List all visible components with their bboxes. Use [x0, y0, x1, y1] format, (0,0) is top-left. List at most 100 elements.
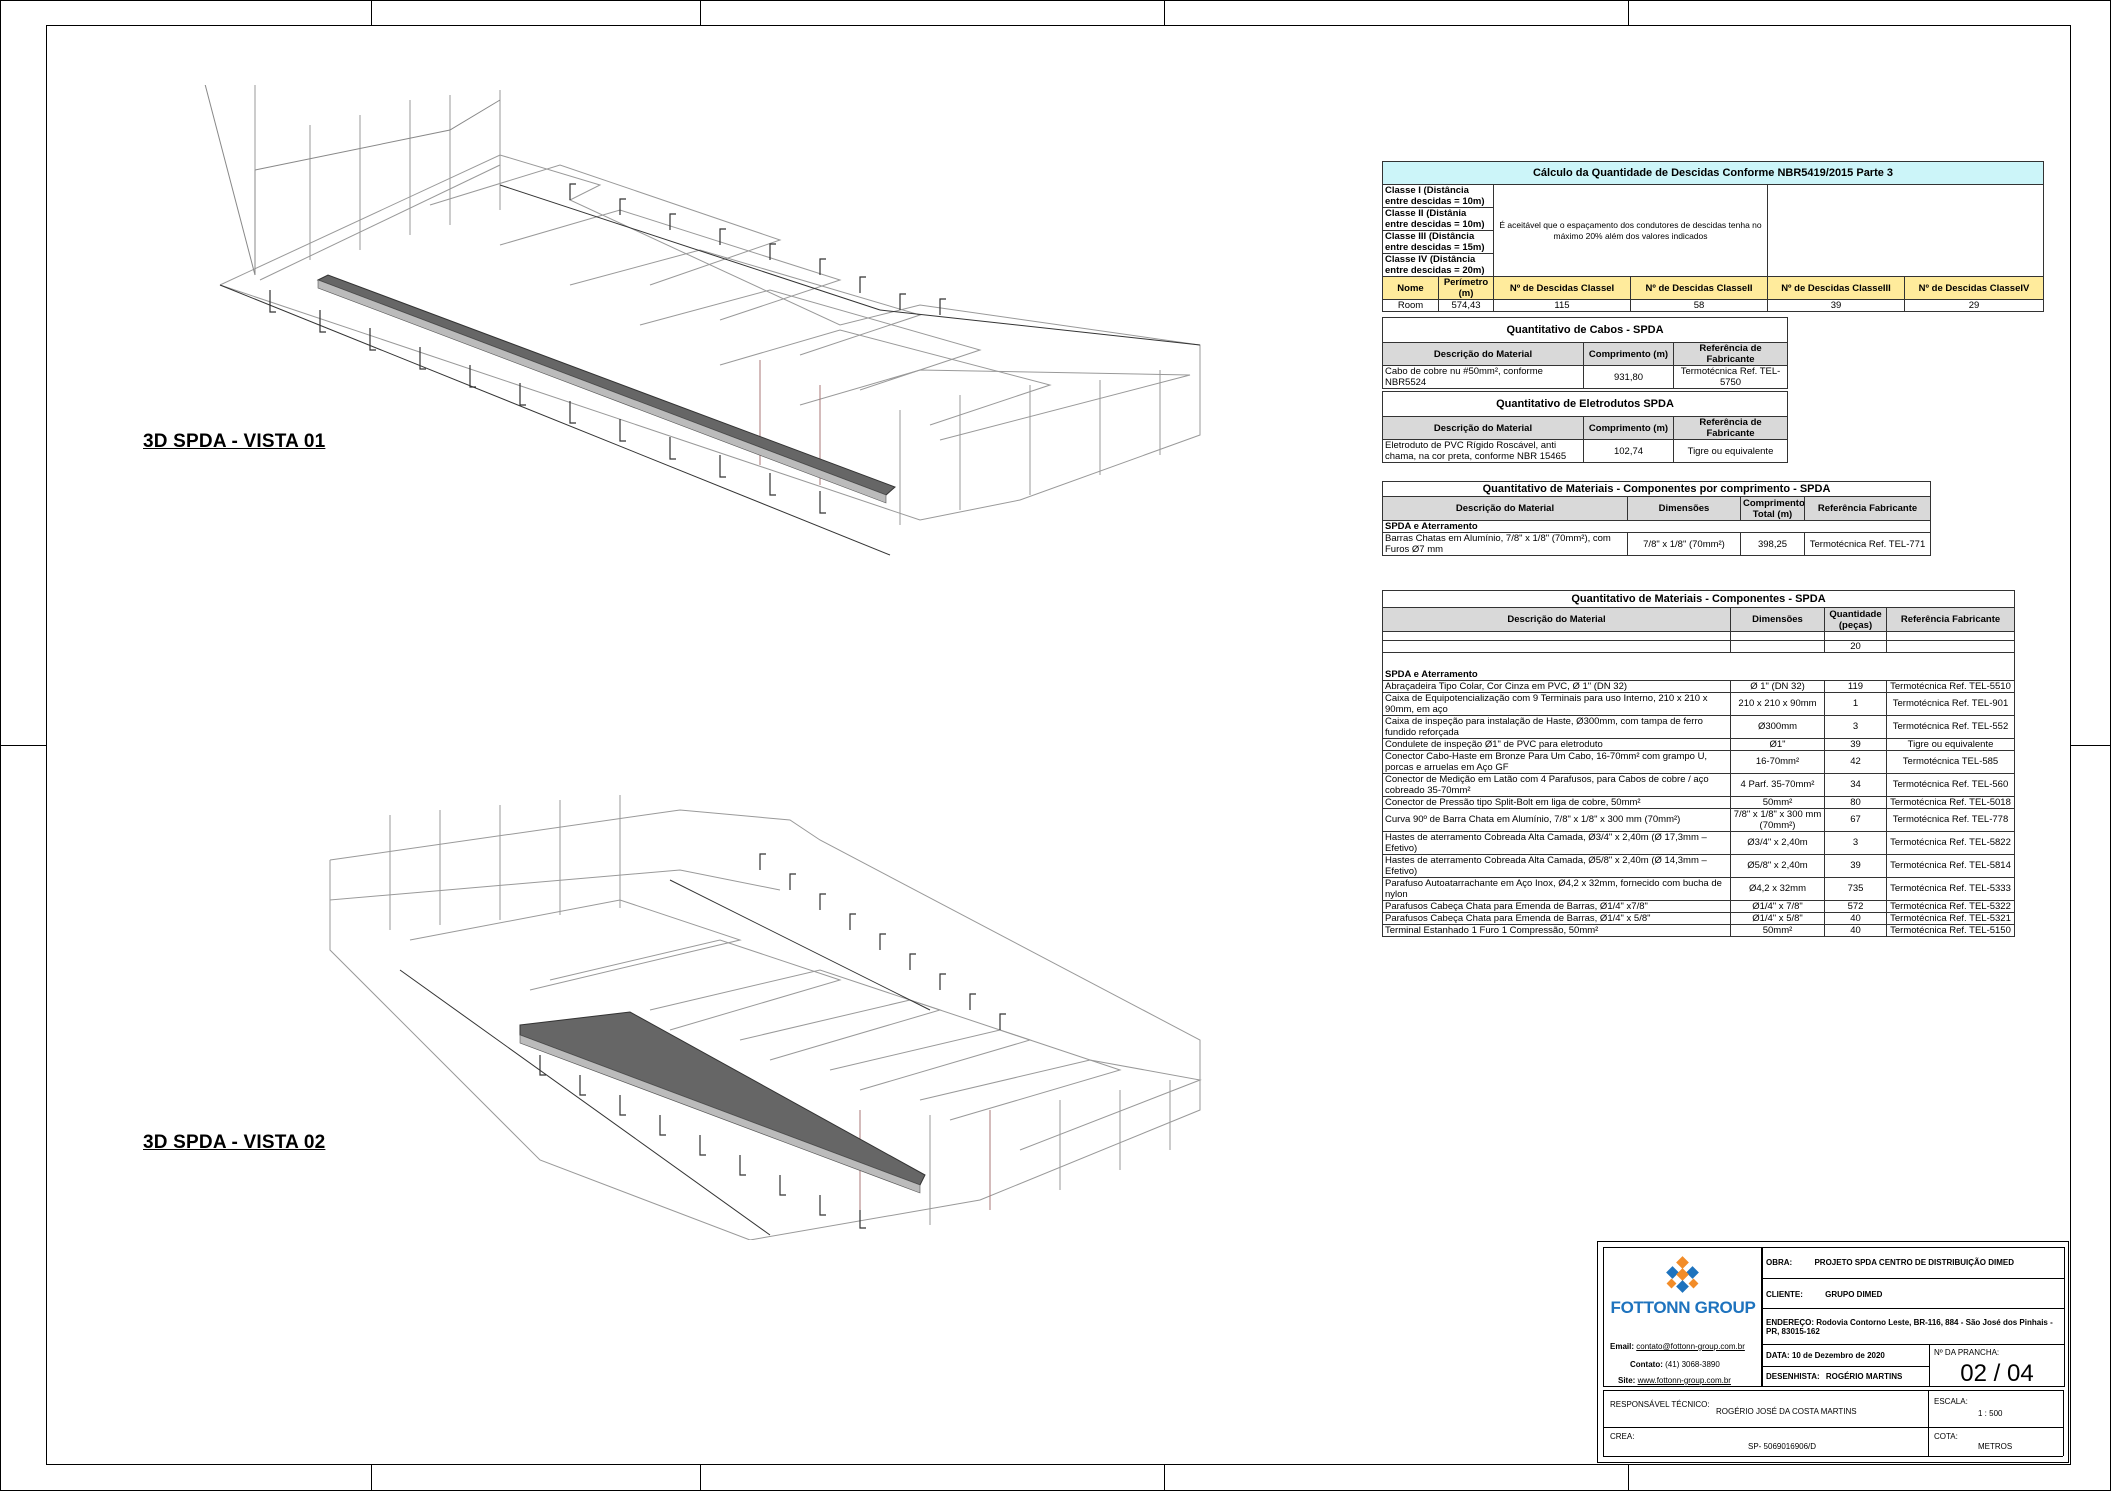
cell: 42: [1824, 749, 1887, 774]
table-row: Caixa de inspeção para instalação de Has…: [1382, 714, 2016, 739]
cell: Eletroduto de PVC Rígido Roscável, anti …: [1382, 439, 1584, 463]
cell: 115: [1493, 299, 1631, 312]
col-header: Comprimento (m): [1583, 416, 1674, 440]
table-row: Condulete de inspeção Ø1" de PVC para el…: [1382, 737, 2016, 751]
cell: Termotécnica Ref. TEL-5018: [1885, 795, 2016, 809]
cell: Ø3/4" x 2,40m: [1730, 830, 1825, 855]
email-label: Email:: [1610, 1342, 1635, 1351]
col-header: Descrição do Material: [1382, 496, 1628, 521]
cell: 119: [1824, 679, 1887, 693]
col-header: Comprimento Total (m): [1740, 496, 1805, 521]
cell: 50mm²: [1730, 923, 1825, 937]
cell: 210 x 210 x 90mm: [1730, 691, 1825, 716]
col-header: Perímetro (m): [1438, 276, 1494, 300]
cell: Ø300mm: [1730, 714, 1825, 739]
prancha-value: 02 / 04: [1960, 1360, 2034, 1387]
escala-label: ESCALA:: [1934, 1397, 1968, 1406]
col-header: Nº de Descidas ClasseI: [1493, 276, 1631, 300]
brand-name: FOTTONN GROUP: [1610, 1298, 1756, 1317]
cell: Abraçadeira Tipo Colar, Cor Cinza em PVC…: [1382, 679, 1731, 693]
cliente-value: GRUPO DIMED: [1825, 1290, 1883, 1299]
cell: Termotécnica Ref. TEL-5150: [1885, 923, 2016, 937]
cell: 58: [1630, 299, 1768, 312]
escala-value: 1 : 500: [1978, 1409, 2003, 1418]
table-row: Conector Cabo-Haste em Bronze Para Um Ca…: [1382, 749, 2016, 774]
componentes-table: Quantitativo de Materiais - Componentes …: [1381, 590, 2016, 937]
zone-tick: [0, 745, 46, 746]
cell: Termotécnica Ref. TEL-5321: [1885, 911, 2016, 925]
cell: Ø4,2 x 32mm: [1730, 876, 1825, 901]
cell: 7/8" x 1/8" (70mm²): [1627, 532, 1741, 556]
cell: 40: [1824, 911, 1887, 925]
cota-label: COTA:: [1934, 1432, 1958, 1441]
view-02-label: 3D SPDA - VISTA 02: [143, 1132, 326, 1153]
cell: 39: [1824, 853, 1887, 878]
col-header: Referência Fabricante: [1885, 607, 2016, 632]
cell: Parafusos Cabeça Chata para Emenda de Ba…: [1382, 911, 1731, 925]
cell: Tigre ou equivalente: [1885, 737, 2016, 751]
table-row: Hastes de aterramento Cobreada Alta Cama…: [1382, 853, 2016, 878]
email-link[interactable]: contato@fottonn-group.com.br: [1636, 1342, 1745, 1351]
cell: 3: [1824, 830, 1887, 855]
cell: Hastes de aterramento Cobreada Alta Cama…: [1382, 830, 1731, 855]
cell: 102,74: [1583, 439, 1674, 463]
table-row: Abraçadeira Tipo Colar, Cor Cinza em PVC…: [1382, 679, 2016, 693]
cell: Ø 1" (DN 32): [1730, 679, 1825, 693]
data-label: DATA:: [1766, 1351, 1790, 1360]
cell: 16-70mm²: [1730, 749, 1825, 774]
site-link[interactable]: www.fottonn-group.com.br: [1638, 1376, 1731, 1385]
cell: Termotécnica Ref. TEL-901: [1885, 691, 2016, 716]
zone-tick: [700, 0, 701, 25]
section-label: SPDA e Aterramento: [1381, 520, 1932, 533]
col-header: Nº de Descidas ClasseII: [1630, 276, 1768, 300]
table-row: Terminal Estanhado 1 Furo 1 Compressão, …: [1382, 923, 2016, 937]
table-row: Conector de Pressão tipo Split-Bolt em l…: [1382, 795, 2016, 809]
cell: Termotécnica Ref. TEL-5750: [1672, 365, 1789, 389]
cell: 39: [1824, 737, 1887, 751]
data-value: 10 de Dezembro de 2020: [1791, 1351, 1885, 1360]
isometric-view-01: [200, 85, 1360, 575]
componentes-title: Quantitativo de Materiais - Componentes …: [1381, 590, 2016, 608]
cell: 40: [1824, 923, 1887, 937]
cell: 80: [1824, 795, 1887, 809]
descidas-table: Cálculo da Quantidade de Descidas Confor…: [1381, 161, 2045, 312]
cliente-label: CLIENTE:: [1766, 1290, 1803, 1299]
cell: Termotécnica Ref. TEL-560: [1885, 772, 2016, 797]
class-row: Classe I (Distância entre descidas = 10m…: [1382, 184, 1494, 208]
cell: Termotécnica Ref. TEL-778: [1885, 807, 2016, 832]
comp-comprimento-table: Quantitativo de Materiais - Componentes …: [1381, 481, 1932, 556]
cota-value: METROS: [1978, 1442, 2013, 1451]
zone-tick: [1164, 1464, 1165, 1490]
zone-tick: [1164, 0, 1165, 25]
col-header: Dimensões: [1627, 496, 1741, 521]
cell: 4 Parf. 35-70mm²: [1730, 772, 1825, 797]
zone-tick: [2070, 745, 2110, 746]
endereco-label: ENDEREÇO:: [1766, 1318, 1815, 1327]
cell: Termotécnica Ref. TEL-5814: [1885, 853, 2016, 878]
col-header: Nº de Descidas ClasseIV: [1903, 276, 2045, 300]
cell: Parafuso Autoatarrachante em Aço Inox, Ø…: [1382, 876, 1731, 901]
table-row: Parafuso Autoatarrachante em Aço Inox, Ø…: [1382, 876, 2016, 901]
col-header: Descrição do Material: [1382, 342, 1584, 366]
cell: Caixa de inspeção para instalação de Has…: [1382, 714, 1731, 739]
descidas-note: É aceitável que o espaçamento dos condut…: [1493, 184, 1768, 277]
class-row: Classe IV (Distância entre descidas = 20…: [1382, 253, 1494, 277]
phone-value: (41) 3068-3890: [1665, 1360, 1720, 1369]
cell: 20: [1824, 640, 1887, 653]
crea-label: CREA:: [1610, 1432, 1635, 1441]
fottonn-logo-icon: [1666, 1256, 1699, 1293]
zone-tick: [1628, 0, 1629, 25]
table-row: Conector de Medição em Latão com 4 Paraf…: [1382, 772, 2016, 797]
cell: 574,43: [1438, 299, 1494, 312]
class-row: Classe III (Distância entre descidas = 1…: [1382, 230, 1494, 254]
cabos-table: Quantitativo de Cabos - SPDA Descrição d…: [1381, 317, 1789, 389]
descidas-blank: [1766, 184, 2045, 277]
isometric-view-02: [320, 780, 1280, 1240]
cell: Termotécnica Ref. TEL-552: [1885, 714, 2016, 739]
cell: Parafusos Cabeça Chata para Emenda de Ba…: [1382, 899, 1731, 913]
cell: 7/8" x 1/8" x 300 mm (70mm²): [1730, 807, 1825, 832]
phone-label: Contato:: [1630, 1360, 1663, 1369]
cell: Conector de Medição em Latão com 4 Paraf…: [1382, 772, 1731, 797]
col-header: Nome: [1382, 276, 1439, 300]
eletrodutos-title: Quantitativo de Eletrodutos SPDA: [1382, 391, 1788, 417]
